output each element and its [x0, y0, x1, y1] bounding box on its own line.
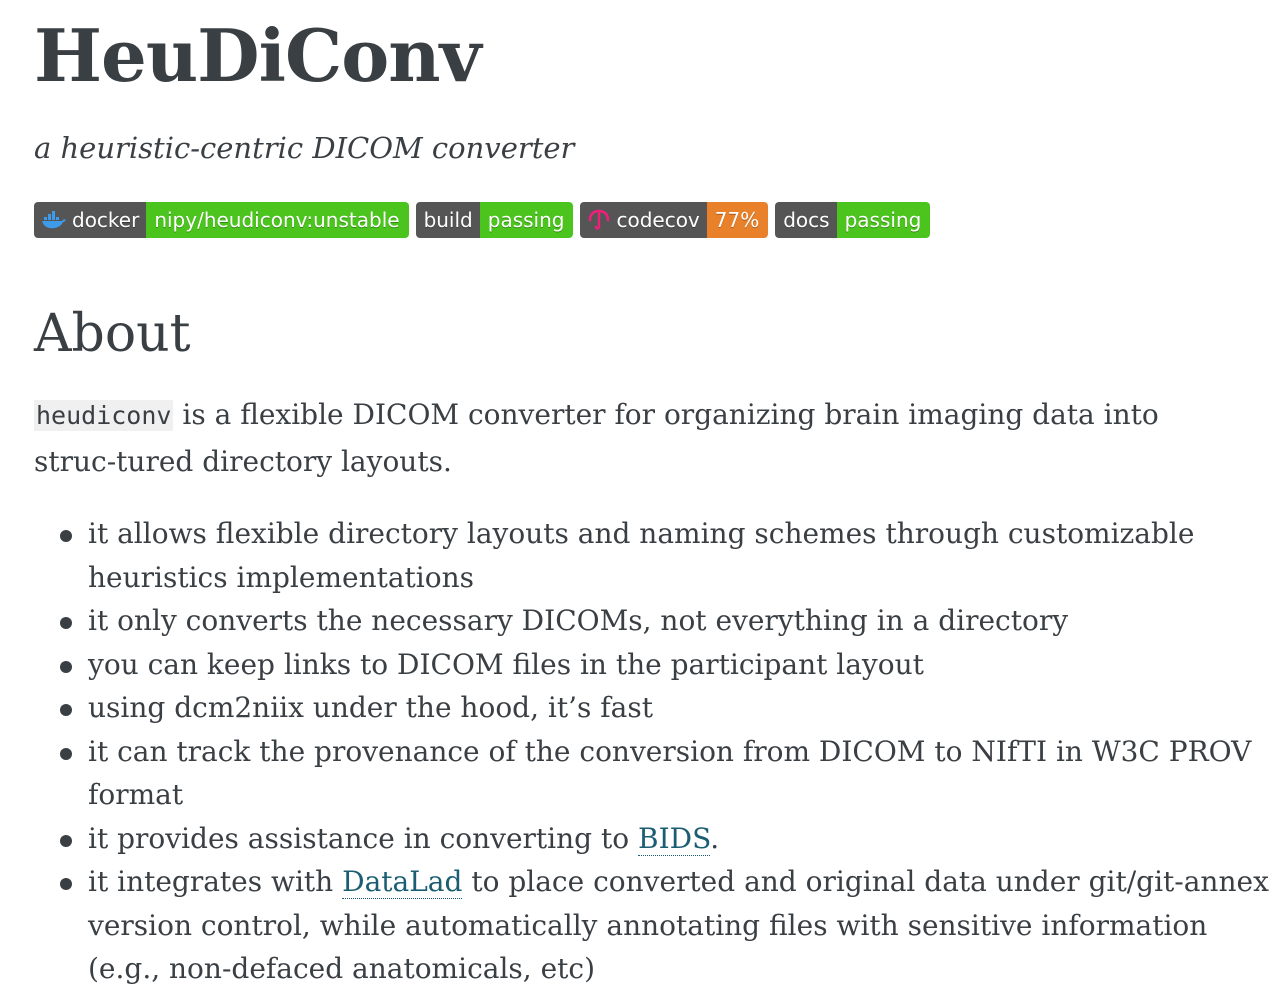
- build-badge-value: passing: [479, 202, 574, 238]
- about-heading: About: [34, 304, 191, 364]
- docs-badge-label: docs: [775, 202, 837, 238]
- bullet-dot: [60, 617, 72, 629]
- build-badge-label: build: [415, 202, 480, 238]
- heudiconv-code: heudiconv: [34, 400, 174, 431]
- bullet-dot: [60, 704, 72, 716]
- build-badge[interactable]: build passing: [415, 202, 574, 238]
- docs-badge-value: passing: [836, 202, 931, 238]
- feature-item: you can keep links to DICOM files in the…: [60, 643, 1270, 687]
- docker-whale-icon: [42, 211, 66, 229]
- bullet-dot: [60, 878, 72, 890]
- feature-item: using dcm2niix under the hood, it’s fast: [60, 686, 1270, 730]
- bullet-dot: [60, 660, 72, 673]
- badge-row: docker nipy/heudiconv:unstable build pas…: [34, 202, 931, 238]
- codecov-badge-value: 77%: [706, 202, 769, 238]
- codecov-badge[interactable]: codecov 77%: [580, 202, 769, 238]
- feature-item: it allows flexible directory layouts and…: [60, 512, 1270, 599]
- page-subtitle: a heuristic-centric DICOM converter: [34, 131, 575, 165]
- about-intro: heudiconv is a flexible DICOM converter …: [34, 392, 1234, 485]
- feature-item: it integrates with DataLad to place conv…: [60, 860, 1270, 991]
- bullet-dot: [60, 834, 72, 847]
- page-title: HeuDiConv: [34, 13, 481, 98]
- docs-badge[interactable]: docs passing: [775, 202, 931, 238]
- docker-badge-value: nipy/heudiconv:unstable: [146, 202, 409, 238]
- about-intro-text: is a flexible DICOM converter for organi…: [34, 398, 1159, 478]
- bullet-dot: [60, 747, 72, 760]
- feature-item: it can track the provenance of the conve…: [60, 730, 1270, 817]
- bids-link[interactable]: BIDS: [638, 821, 711, 856]
- codecov-umbrella-icon: [588, 209, 610, 231]
- feature-list: it allows flexible directory layouts and…: [34, 512, 1270, 991]
- codecov-badge-label: codecov: [616, 208, 700, 232]
- bullet-dot: [60, 530, 72, 542]
- feature-item: it provides assistance in converting to …: [60, 817, 1270, 861]
- docker-badge-label: docker: [72, 208, 140, 232]
- datalad-link[interactable]: DataLad: [342, 865, 463, 899]
- feature-item: it only converts the necessary DICOMs, n…: [60, 599, 1270, 643]
- docker-badge[interactable]: docker nipy/heudiconv:unstable: [34, 202, 409, 238]
